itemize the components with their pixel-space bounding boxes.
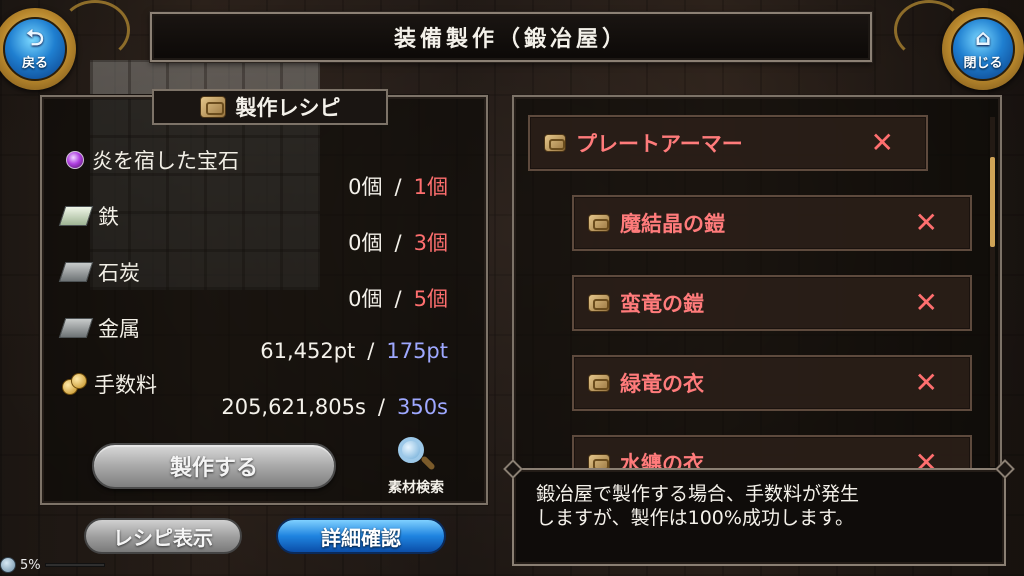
back-button-label: 戻る bbox=[21, 55, 48, 71]
material-row: 石炭 bbox=[58, 257, 140, 287]
tree-item-name: 蛮竜の鎧 bbox=[620, 292, 704, 316]
tree-item-root[interactable]: プレートアーマー ✕ bbox=[528, 115, 928, 171]
material-name: 鉄 bbox=[98, 205, 119, 229]
quantity-need: 175pt bbox=[386, 339, 448, 363]
return-arrow-icon: ⮌ bbox=[26, 25, 44, 51]
material-quantity: 61,452pt / 175pt bbox=[260, 339, 448, 363]
gem-icon bbox=[66, 151, 84, 169]
page-title: 装備製作（鍛冶屋） bbox=[393, 27, 628, 52]
material-name: 手数料 bbox=[94, 373, 157, 397]
quantity-have: 0個 bbox=[348, 175, 383, 199]
battery-text: 5% bbox=[20, 557, 41, 573]
remove-icon[interactable]: ✕ bbox=[915, 289, 938, 317]
recipe-scroll-icon bbox=[588, 294, 610, 312]
battery-indicator: 5% bbox=[0, 554, 105, 576]
material-quantity: 0個 / 1個 bbox=[348, 171, 448, 201]
tree-item-child[interactable]: 緑竜の衣 ✕ bbox=[572, 355, 972, 411]
quantity-have: 205,621,805s bbox=[221, 395, 366, 419]
title-bar: 装備製作（鍛冶屋） bbox=[149, 11, 873, 63]
recipe-tree-panel: プレートアーマー ✕ 魔結晶の鎧 ✕ 蛮竜の鎧 ✕ 緑竜の衣 ✕ 水纏の衣 ✕ bbox=[512, 95, 1002, 475]
quantity-separator: / bbox=[394, 287, 402, 311]
material-name: 炎を宿した宝石 bbox=[92, 149, 239, 173]
recipe-scroll-icon bbox=[588, 214, 610, 232]
info-text: 鍛冶屋で製作する場合、手数料が発生 しますが、製作は100%成功します。 bbox=[536, 483, 860, 529]
tree-item-name: 緑竜の衣 bbox=[620, 372, 704, 396]
info-box: 鍛冶屋で製作する場合、手数料が発生 しますが、製作は100%成功します。 bbox=[503, 459, 1015, 566]
material-search-label: 素材検索 bbox=[388, 480, 444, 496]
material-name: 石炭 bbox=[98, 261, 140, 285]
quantity-need: 5個 bbox=[413, 287, 448, 311]
material-row: 鉄 bbox=[58, 201, 119, 231]
quantity-separator: / bbox=[377, 395, 385, 419]
tree-scrollbar[interactable] bbox=[990, 117, 995, 467]
material-quantity: 205,621,805s / 350s bbox=[221, 395, 448, 419]
detail-check-button[interactable]: 詳細確認 bbox=[276, 518, 446, 554]
close-button[interactable]: ⌂ 閉じる bbox=[942, 8, 1024, 90]
battery-bar bbox=[44, 563, 105, 567]
quantity-have: 61,452pt bbox=[260, 339, 356, 363]
recipe-title: 製作レシピ bbox=[235, 96, 341, 120]
recipe-scroll-icon bbox=[588, 374, 610, 392]
material-search-button[interactable]: 素材検索 bbox=[368, 435, 464, 499]
material-quantity: 0個 / 3個 bbox=[348, 227, 448, 257]
quantity-separator: / bbox=[367, 339, 375, 363]
material-quantity: 0個 / 5個 bbox=[348, 283, 448, 313]
recipe-panel: 製作レシピ 炎を宿した宝石 0個 / 1個 鉄 0個 / 3個 石炭 0個 / … bbox=[40, 89, 488, 505]
quantity-need: 3個 bbox=[413, 231, 448, 255]
recipe-scroll-icon bbox=[544, 134, 566, 152]
quantity-separator: / bbox=[394, 175, 402, 199]
remove-icon[interactable]: ✕ bbox=[915, 369, 938, 397]
iron-ingot-icon bbox=[58, 206, 94, 226]
craft-button[interactable]: 製作する bbox=[92, 443, 336, 489]
tree-scrollbar-thumb[interactable] bbox=[990, 157, 995, 247]
close-button-label: 閉じる bbox=[963, 55, 1003, 71]
tree-item-name: プレートアーマー bbox=[576, 132, 743, 156]
magnifier-icon bbox=[396, 435, 436, 475]
material-row: 手数料 bbox=[62, 369, 157, 399]
material-row: 金属 bbox=[58, 313, 140, 343]
quantity-separator: / bbox=[394, 231, 402, 255]
remove-icon[interactable]: ✕ bbox=[915, 209, 938, 237]
metal-ingot-icon bbox=[58, 318, 94, 338]
material-row: 炎を宿した宝石 bbox=[62, 145, 239, 175]
recipe-header: 製作レシピ bbox=[152, 89, 388, 125]
tree-item-name: 魔結晶の鎧 bbox=[620, 212, 725, 236]
material-name: 金属 bbox=[98, 317, 140, 341]
coin-icon bbox=[62, 373, 87, 395]
remove-icon[interactable]: ✕ bbox=[871, 129, 894, 157]
battery-icon bbox=[0, 557, 16, 573]
quantity-need: 1個 bbox=[413, 175, 448, 199]
tree-item-child[interactable]: 蛮竜の鎧 ✕ bbox=[572, 275, 972, 331]
home-icon: ⌂ bbox=[975, 25, 991, 51]
quantity-have: 0個 bbox=[348, 287, 383, 311]
tree-item-child[interactable]: 魔結晶の鎧 ✕ bbox=[572, 195, 972, 251]
quantity-have: 0個 bbox=[348, 231, 383, 255]
quantity-need: 350s bbox=[396, 395, 448, 419]
recipe-scroll-icon bbox=[199, 96, 226, 118]
coal-ingot-icon bbox=[58, 262, 94, 282]
recipe-view-button[interactable]: レシピ表示 bbox=[84, 518, 242, 554]
